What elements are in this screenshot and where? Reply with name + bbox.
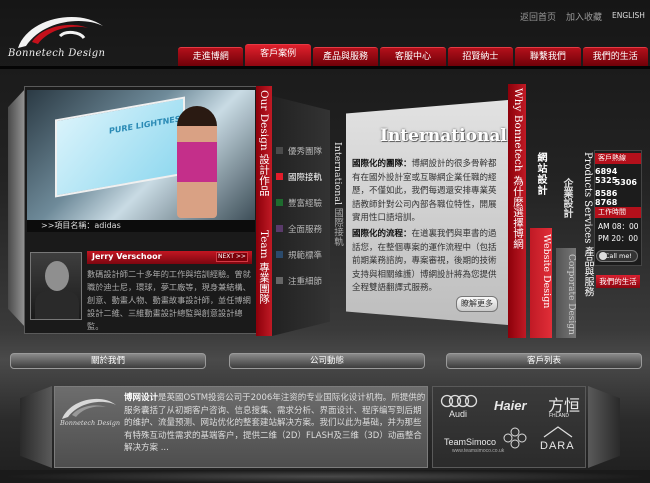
call-me-button[interactable]: Call me! — [596, 250, 638, 262]
web-design-column[interactable]: Website Design — [530, 228, 552, 338]
tab-about-us[interactable]: 關於我們 — [10, 353, 206, 369]
nav-item-about[interactable]: 走進博網 — [178, 47, 244, 67]
client-haier[interactable]: Haier — [494, 398, 527, 413]
client-fanghen-sub: FHLAND — [549, 413, 570, 419]
brand-logo-text: Bonnetech Design — [8, 48, 106, 59]
international-team-paragraph: 國際化的團隊：博網設計的很多骨幹都有在國外設計室或互聯網企業任職的經歷，不僅如此… — [352, 159, 497, 223]
client-dara[interactable]: DARA — [540, 440, 575, 452]
work-hours-am: AM 08：00 — [598, 222, 639, 231]
international-title: International — [380, 126, 507, 146]
project-caption: >>項目名稱：adidas — [27, 220, 255, 232]
international-process-paragraph: 國際化的流程：在道裏我們與車書的過話您，在整個專案的運作流程中（包括前期業務諮詢… — [352, 229, 497, 293]
team-member-description: 數碼設計師二十多年的工作與培訓經驗。曾就職於迪士尼，環球，夢工廠等，現身兼結構、… — [87, 269, 251, 331]
client-teamsimoco[interactable]: TeamSimoco — [444, 437, 496, 447]
hotline-label: 客戶熱線 — [595, 153, 641, 164]
nav-item-contact[interactable]: 聯繫我們 — [515, 47, 581, 67]
menu-item-services[interactable]: 全面服務 — [276, 220, 328, 237]
dara-mark-icon — [543, 426, 573, 438]
team-title: Team 專業團隊 — [258, 230, 270, 304]
main-nav: 走進博網 客戶案例 產品與服務 客服中心 招賢納士 聯繫我們 我們的生活 — [178, 44, 648, 68]
about-us-text: 博网设计是英國OSTM投资公司于2006年注资的专业国际化设计机构。所提供的服务… — [124, 393, 426, 453]
contact-box: 客戶熱線 6894 5325 5306 8586 8768 工作時間 AM 08… — [594, 150, 642, 266]
hotline-phone-2: 8586 8768 — [595, 189, 618, 207]
phone-icon — [599, 252, 607, 260]
bottom-left-bevel — [20, 386, 52, 468]
why-bonnetech-title: Why Bonnetech 為什麼選擇博網 — [508, 84, 526, 338]
nav-item-products[interactable]: 產品與服務 — [312, 47, 379, 67]
nav-item-life[interactable]: 我們的生活 — [582, 47, 648, 67]
showcase-screen-graphic — [55, 96, 185, 198]
web-design-label: 網站設計 — [535, 152, 546, 196]
team-member-name: Jerry Verschoor — [92, 252, 162, 261]
learn-more-button[interactable]: 瞭解更多 — [456, 296, 498, 312]
add-favorite-link[interactable]: 加入收藏 — [566, 10, 602, 23]
international-vertical-label: International 國際接軌 — [332, 142, 343, 247]
menu-item-experience[interactable]: 豐富經驗 — [276, 194, 328, 211]
menu-item-details[interactable]: 注重細節 — [276, 272, 328, 289]
products-services-label: Products Services 產品與服務 — [582, 152, 593, 297]
footer-glow — [0, 470, 650, 483]
hotline-phone-1b: 5306 — [614, 178, 637, 187]
work-hours-pm: PM 20：00 — [598, 234, 638, 243]
corporate-design-label: 企業設計 — [561, 178, 572, 218]
nav-divider — [0, 66, 650, 69]
menu-item-standards[interactable]: 規範標準 — [276, 246, 328, 263]
home-link[interactable]: 返回首页 — [520, 10, 556, 23]
flower-logo-icon — [503, 427, 527, 449]
nav-item-jobs[interactable]: 招賢納士 — [447, 47, 514, 67]
corporate-design-column[interactable]: Corporate Design — [556, 248, 576, 338]
tab-company-news[interactable]: 公司動態 — [229, 353, 425, 369]
client-teamsimoco-url: www.teamsimoco.co.uk — [452, 448, 505, 454]
nav-item-cases[interactable]: 客戶案例 — [245, 44, 311, 67]
project-showcase-image[interactable]: PURE LIGHTNESS — [27, 90, 255, 220]
feature-menu-panel — [272, 96, 330, 336]
menu-item-team[interactable]: 優秀團隊 — [276, 142, 328, 159]
english-link[interactable]: ENGLISH — [612, 11, 645, 20]
about-logo-text: Bonnetech Design — [60, 419, 121, 427]
menu-item-international[interactable]: 國際接軌 — [276, 168, 328, 185]
our-life-button[interactable]: 我們的生活 — [596, 275, 640, 288]
showcase-model-graphic — [177, 106, 217, 218]
team-member-portrait — [30, 252, 82, 320]
nav-item-service[interactable]: 客服中心 — [380, 47, 446, 67]
audi-rings-icon — [440, 394, 478, 408]
next-member-button[interactable]: NEXT >> — [216, 252, 248, 262]
bottom-right-bevel — [588, 386, 620, 468]
client-audi[interactable]: Audi — [449, 409, 467, 419]
work-hours-label: 工作時間 — [595, 207, 641, 218]
tab-client-list[interactable]: 客戶列表 — [446, 353, 642, 369]
